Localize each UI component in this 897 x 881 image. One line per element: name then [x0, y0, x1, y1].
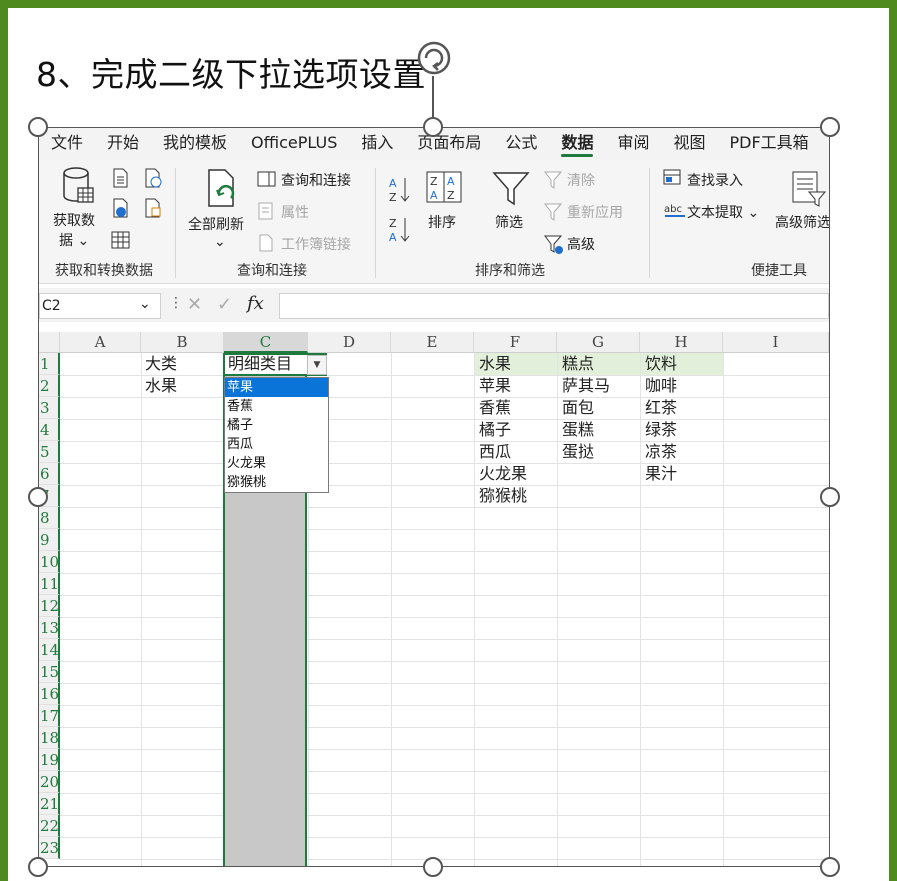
- resize-handle-bottom-left[interactable]: [28, 857, 48, 877]
- resize-handle-bottom-right[interactable]: [820, 857, 840, 877]
- resize-handle-left[interactable]: [28, 487, 48, 507]
- rotate-icon[interactable]: [416, 40, 452, 76]
- resize-handle-top-right[interactable]: [820, 117, 840, 137]
- resize-handle-right[interactable]: [820, 487, 840, 507]
- resize-handle-top-left[interactable]: [28, 117, 48, 137]
- slide-title: 8、完成二级下拉选项设置: [36, 55, 426, 94]
- rotation-stem: [432, 76, 434, 122]
- resize-handle-top[interactable]: [423, 117, 443, 137]
- selection-box: [38, 127, 830, 867]
- resize-handle-bottom[interactable]: [423, 857, 443, 877]
